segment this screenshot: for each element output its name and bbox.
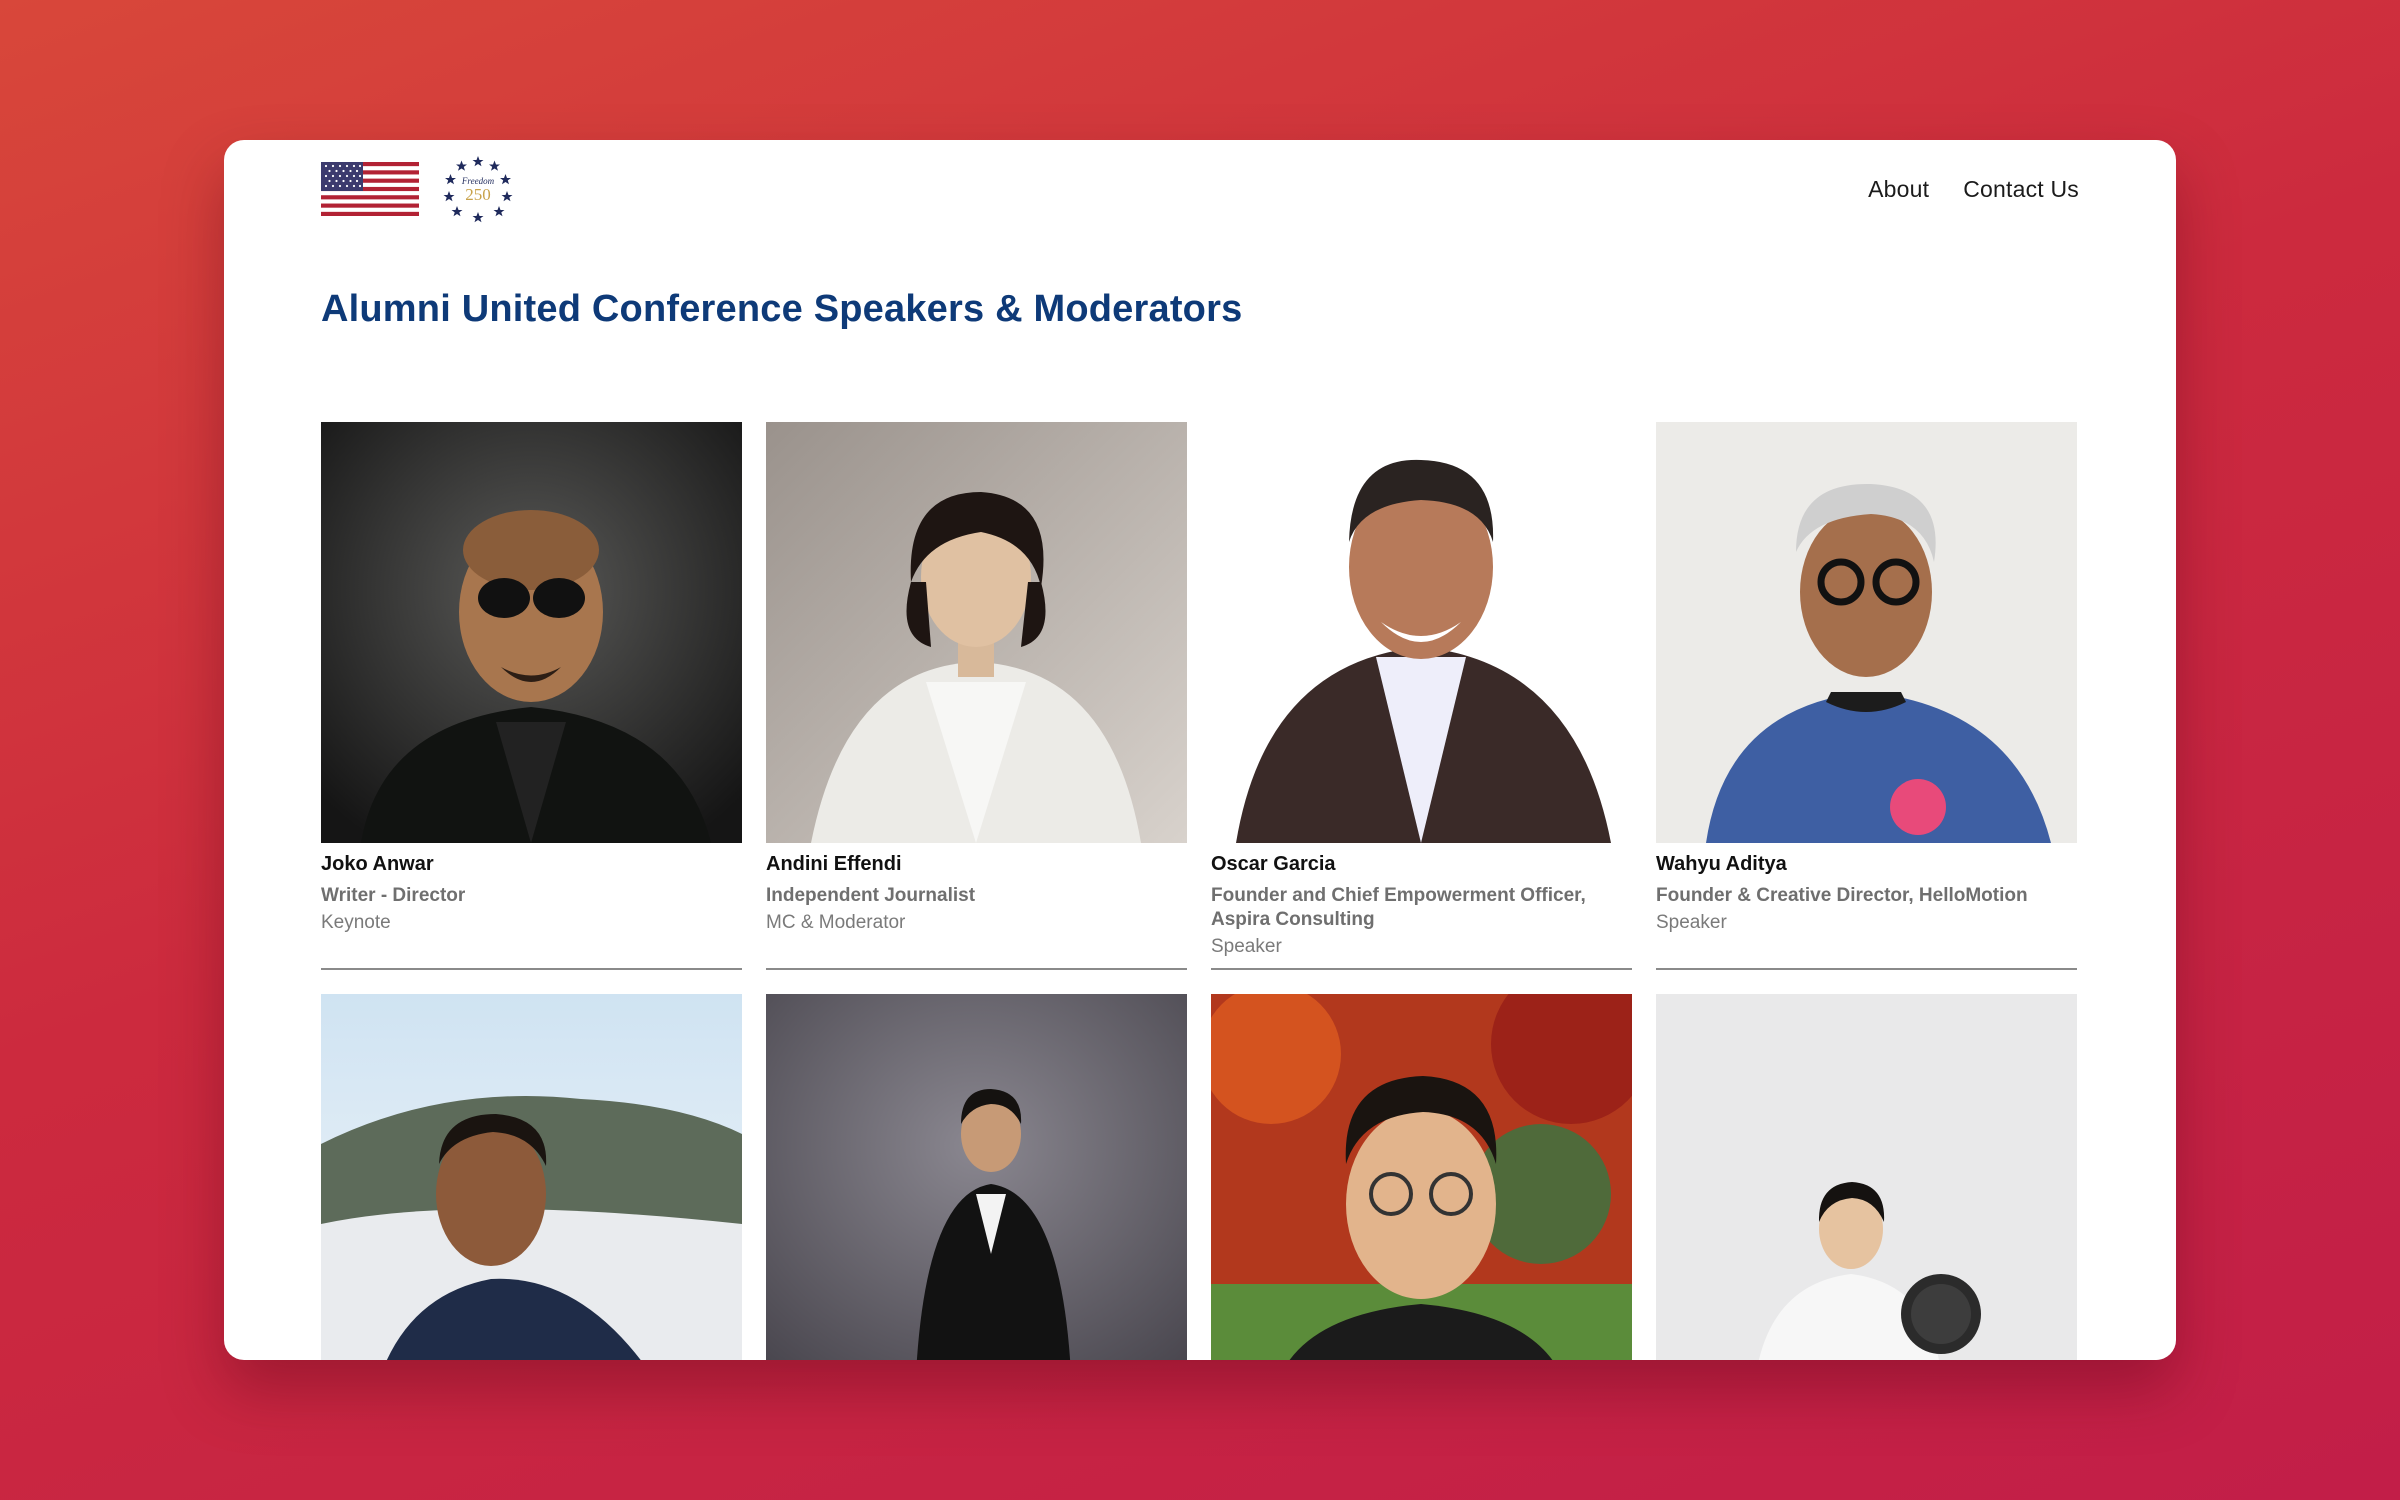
speaker-photo[interactable]: [766, 994, 1187, 1360]
speaker-card[interactable]: Oscar Garcia Founder and Chief Empowerme…: [1211, 422, 1632, 970]
site-header: Freedom 250 About Contact Us: [321, 154, 2079, 224]
speaker-card[interactable]: [1211, 994, 1632, 1360]
speaker-card[interactable]: [766, 994, 1187, 1360]
speaker-photo[interactable]: [1211, 422, 1632, 843]
seal-text-number: 250: [465, 185, 491, 204]
speaker-photo[interactable]: [1656, 422, 2077, 843]
speaker-name: Andini Effendi: [766, 853, 902, 875]
speaker-card[interactable]: Joko Anwar Writer - Director Keynote: [321, 422, 742, 970]
speaker-card[interactable]: Andini Effendi Independent Journalist MC…: [766, 422, 1187, 970]
speaker-photo[interactable]: [321, 994, 742, 1360]
speaker-name: Joko Anwar: [321, 853, 434, 875]
speaker-photo[interactable]: [321, 422, 742, 843]
speaker-type: Speaker: [1211, 936, 1282, 957]
speaker-role: Founder and Chief Empowerment Officer, A…: [1211, 885, 1586, 930]
main-nav: About Contact Us: [1868, 176, 2079, 203]
us-flag-icon[interactable]: [321, 162, 419, 216]
speaker-role: Independent Journalist: [766, 885, 976, 906]
speaker-photo[interactable]: [1656, 994, 2077, 1360]
speaker-name: Oscar Garcia: [1211, 853, 1336, 875]
freedom-250-seal-icon[interactable]: Freedom 250: [443, 154, 513, 224]
speaker-type: MC & Moderator: [766, 912, 906, 933]
speaker-type: Keynote: [321, 912, 391, 933]
speaker-photo[interactable]: [766, 422, 1187, 843]
speaker-card[interactable]: [1656, 994, 2077, 1360]
speaker-card[interactable]: [321, 994, 742, 1360]
speaker-type: Speaker: [1656, 912, 1727, 933]
header-logos: Freedom 250: [321, 154, 513, 224]
speaker-grid: Joko Anwar Writer - Director Keynote And…: [321, 422, 2079, 1360]
speaker-photo[interactable]: [1211, 994, 1632, 1360]
page-title: Alumni United Conference Speakers & Mode…: [321, 288, 1243, 330]
speaker-role: Founder & Creative Director, HelloMotion: [1656, 885, 2028, 906]
nav-about-link[interactable]: About: [1868, 176, 1929, 203]
speaker-role: Writer - Director: [321, 885, 466, 906]
browser-window: Freedom 250 About Contact Us Alumni Unit…: [224, 140, 2176, 1360]
nav-contact-link[interactable]: Contact Us: [1963, 176, 2079, 203]
speaker-card[interactable]: Wahyu Aditya Founder & Creative Director…: [1656, 422, 2077, 970]
speaker-name: Wahyu Aditya: [1656, 853, 1787, 875]
